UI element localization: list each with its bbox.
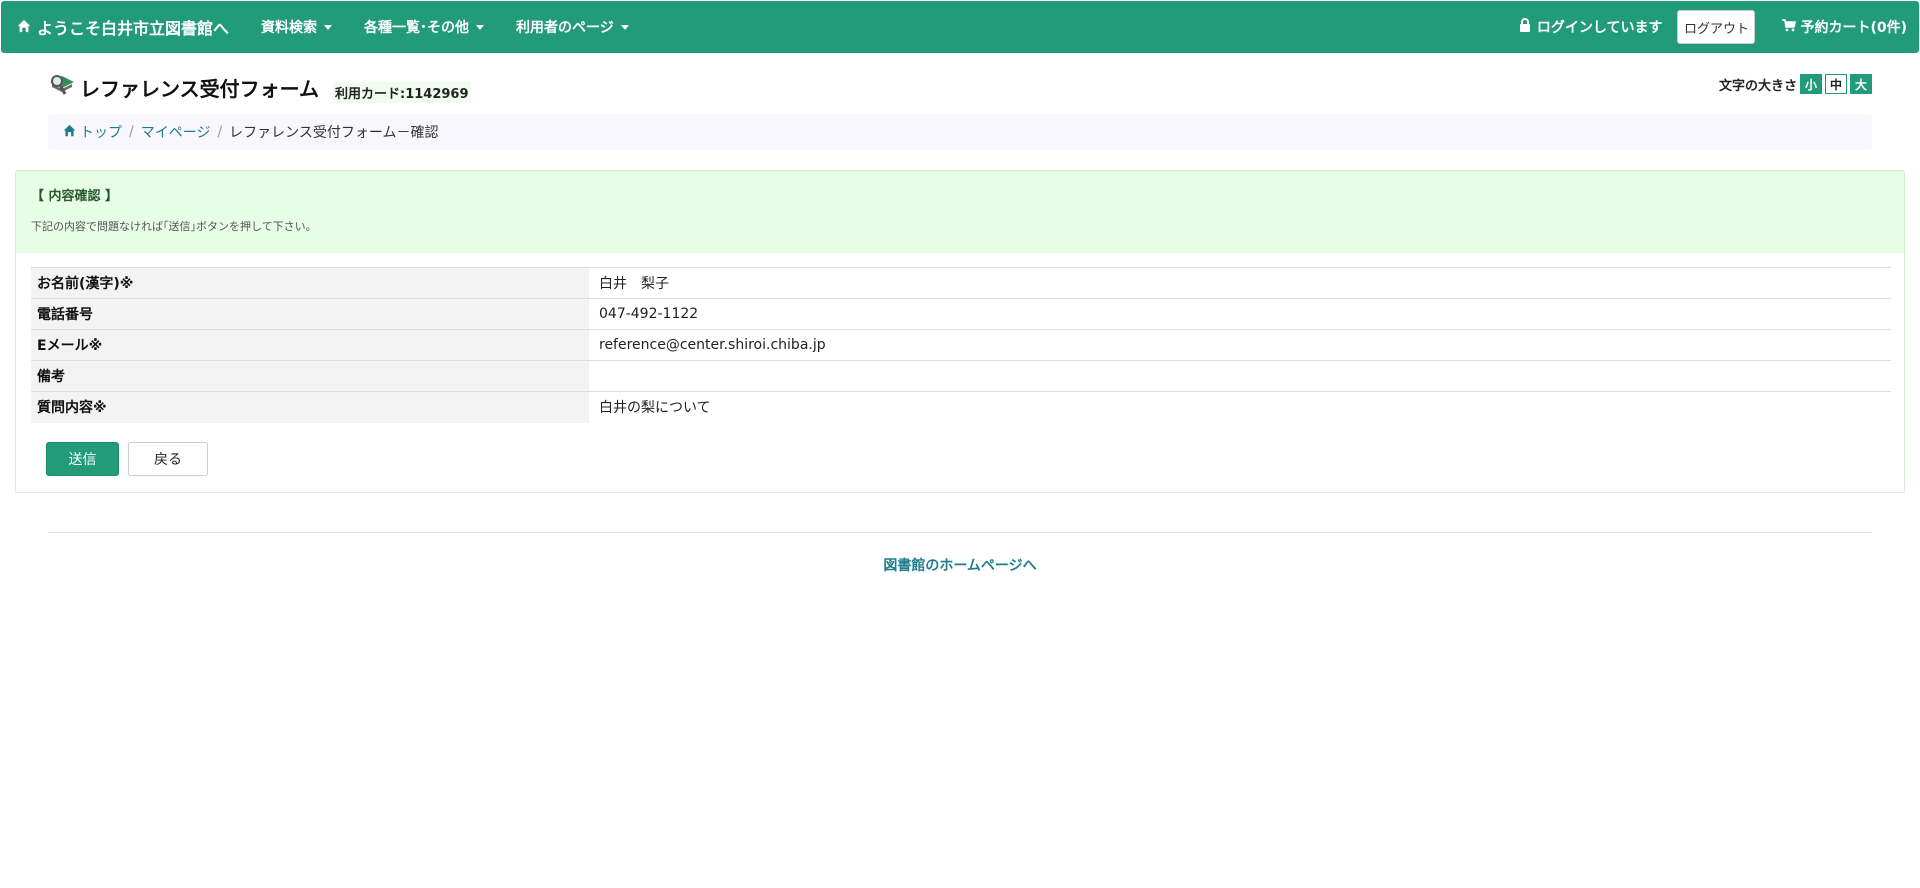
brand-label: ようこそ白井市立図書館へ xyxy=(37,19,230,38)
field-label-question: 質問内容※ xyxy=(31,391,589,423)
breadcrumb-mypage[interactable]: マイページ xyxy=(141,122,211,142)
cart-icon xyxy=(1782,18,1797,36)
cart-label: 予約カート(0件) xyxy=(1800,20,1907,36)
library-homepage-link[interactable]: 図書館のホームページへ xyxy=(0,555,1920,575)
panel-heading: 【 内容確認 】 下記の内容で問題なければ｢送信｣ボタンを押して下さい。 xyxy=(16,171,1904,253)
font-size-medium-button[interactable]: 中 xyxy=(1825,74,1847,94)
confirm-panel: 【 内容確認 】 下記の内容で問題なければ｢送信｣ボタンを押して下さい。 お名前… xyxy=(15,170,1905,493)
breadcrumb-top[interactable]: トップ xyxy=(63,122,122,142)
lock-icon xyxy=(1519,18,1531,36)
confirm-table: お名前(漢字)※ 白井 梨子 電話番号 047-492-1122 Eメール※ r… xyxy=(31,267,1891,423)
nav-right: ログインしています ログアウト 予約カート(0件) xyxy=(1519,10,1919,44)
home-icon xyxy=(63,124,76,141)
menu-material-search[interactable]: 資料検索 xyxy=(245,1,348,53)
menu-label: 利用者のページ xyxy=(516,20,614,36)
table-row: 備考 xyxy=(31,360,1891,392)
breadcrumb-top-label: トップ xyxy=(80,125,122,141)
action-buttons: 送信 戻る xyxy=(46,442,208,476)
table-row: 質問内容※ 白井の梨について xyxy=(31,391,1891,423)
breadcrumb-separator: / xyxy=(129,124,134,140)
field-label-remarks: 備考 xyxy=(31,360,589,392)
font-size-label: 文字の大きさ xyxy=(1718,78,1797,94)
field-value-remarks xyxy=(589,361,1891,392)
field-value-name: 白井 梨子 xyxy=(599,276,669,292)
menu-label: 各種一覧･その他 xyxy=(364,20,470,36)
breadcrumb-separator: / xyxy=(217,124,223,140)
reservation-cart-link[interactable]: 予約カート(0件) xyxy=(1782,17,1907,37)
menu-lists-other[interactable]: 各種一覧･その他 xyxy=(348,1,500,53)
breadcrumb-current: レファレンス受付フォーム－確認 xyxy=(229,125,439,141)
field-value-question: 白井の梨について xyxy=(599,400,711,417)
footer-divider xyxy=(48,532,1872,533)
breadcrumb: トップ / マイページ / レファレンス受付フォーム－確認 xyxy=(48,114,1872,150)
field-label-phone: 電話番号 xyxy=(31,298,589,330)
menu-label: 資料検索 xyxy=(261,20,318,36)
font-size-switcher: 文字の大きさ 小 中 大 xyxy=(1719,74,1872,94)
book-magnifier-icon xyxy=(48,72,76,103)
caret-down-icon xyxy=(620,24,629,30)
font-size-small-button[interactable]: 小 xyxy=(1800,74,1822,94)
caret-down-icon xyxy=(324,24,333,30)
menu-user-page[interactable]: 利用者のページ xyxy=(500,1,645,53)
page-title-label: レファレンス受付フォーム xyxy=(80,77,319,101)
table-row: お名前(漢字)※ 白井 梨子 xyxy=(31,267,1891,299)
back-button[interactable]: 戻る xyxy=(128,442,208,476)
login-status-label: ログインしています xyxy=(1536,20,1663,36)
top-navbar: ようこそ白井市立図書館へ 資料検索 各種一覧･その他 利用者のページ ログインし… xyxy=(1,1,1919,53)
caret-down-icon xyxy=(476,24,485,30)
main-menu: 資料検索 各種一覧･その他 利用者のページ xyxy=(245,1,645,53)
logout-button[interactable]: ログアウト xyxy=(1677,10,1756,44)
panel-title: 【 内容確認 】 xyxy=(31,189,119,204)
field-value-phone: 047-492-1122 xyxy=(599,306,699,322)
home-icon xyxy=(17,18,31,37)
library-card-number: 利用カード:1142969 xyxy=(333,82,471,103)
send-button[interactable]: 送信 xyxy=(46,442,119,476)
page-title: レファレンス受付フォーム xyxy=(48,72,319,103)
field-label-email: Eメール※ xyxy=(31,329,589,361)
brand-link[interactable]: ようこそ白井市立図書館へ xyxy=(17,15,229,39)
field-value-email: reference@center.shiroi.chiba.jp xyxy=(599,337,826,353)
panel-instruction: 下記の内容で問題なければ｢送信｣ボタンを押して下さい。 xyxy=(31,220,317,233)
login-status: ログインしています xyxy=(1519,17,1663,37)
field-label-name: お名前(漢字)※ xyxy=(31,267,589,299)
font-size-large-button[interactable]: 大 xyxy=(1850,74,1872,94)
table-row: 電話番号 047-492-1122 xyxy=(31,298,1891,330)
title-row: レファレンス受付フォーム 利用カード:1142969 xyxy=(48,72,471,103)
table-row: Eメール※ reference@center.shiroi.chiba.jp xyxy=(31,329,1891,361)
